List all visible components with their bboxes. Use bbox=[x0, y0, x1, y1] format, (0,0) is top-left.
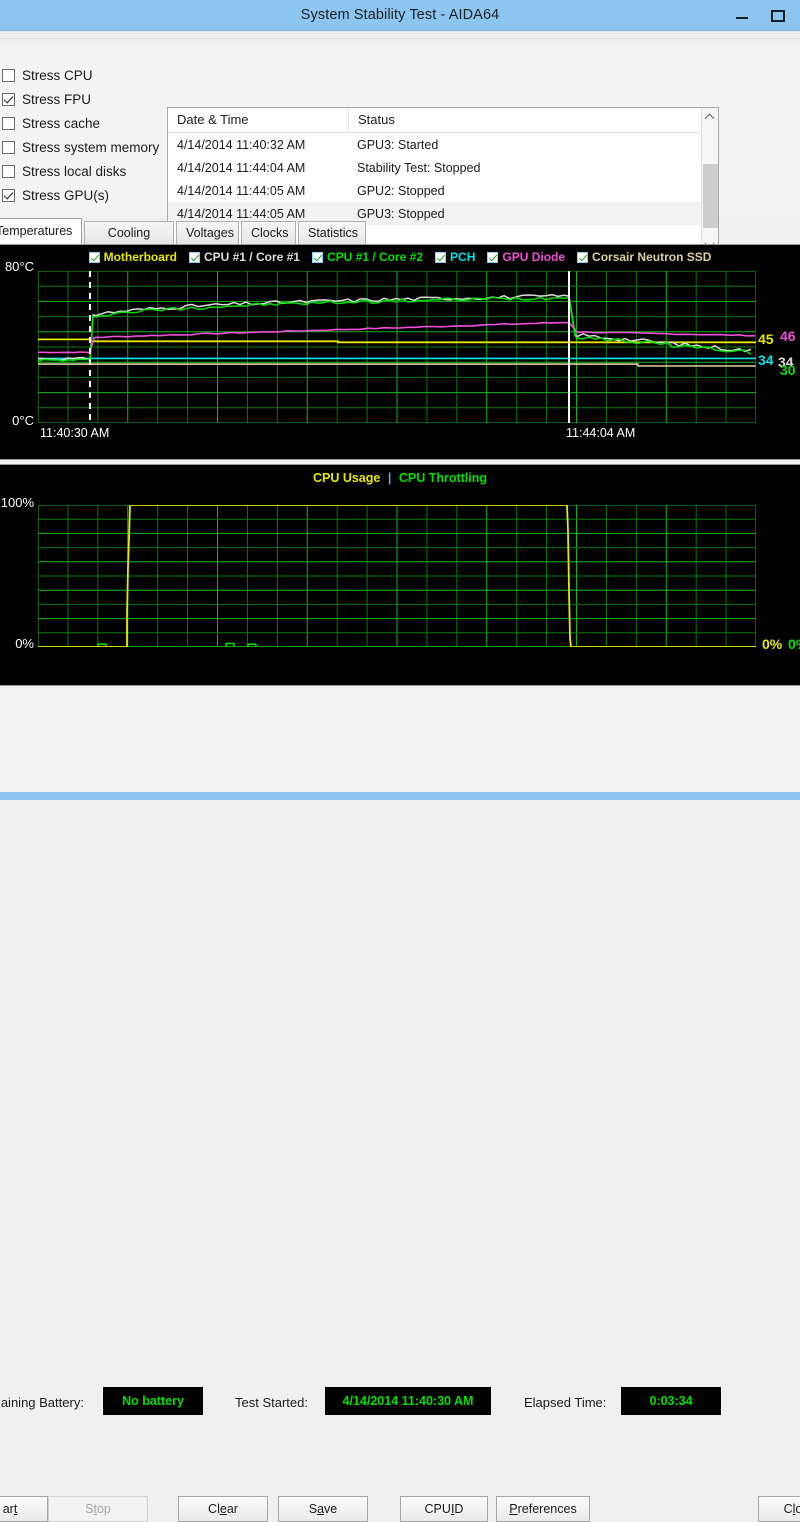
table-row[interactable]: 4/14/2014 11:40:32 AMGPU3: Started bbox=[168, 133, 718, 156]
checkbox-icon[interactable] bbox=[2, 117, 15, 130]
legend-label: CPU #1 / Core #1 bbox=[204, 250, 300, 264]
button-stop: Stop bbox=[48, 1496, 148, 1522]
button-bar: artStopClearSaveCPUIDPreferencesClo bbox=[0, 740, 800, 792]
status-fields-bar: maining Battery:No batteryTest Started:4… bbox=[0, 688, 800, 740]
button-preferences[interactable]: Preferences bbox=[496, 1496, 590, 1522]
options-panel: Stress CPU Stress FPU Stress cache Stress s… bbox=[0, 43, 800, 215]
chart-legend: Motherboard CPU #1 / Core #1 CPU #1 / Core… bbox=[0, 249, 800, 265]
checkbox-icon[interactable] bbox=[2, 69, 15, 82]
column-header-status: Status bbox=[348, 108, 718, 132]
cell-status: GPU3: Started bbox=[348, 138, 718, 152]
checkbox-stress-gpu-s[interactable]: Stress GPU(s) bbox=[2, 184, 109, 206]
chevron-up-icon bbox=[705, 114, 715, 124]
tab-cooling-fans[interactable]: Cooling Fans bbox=[84, 221, 174, 244]
status-field-label: maining Battery: bbox=[0, 1395, 84, 1410]
legend-checkbox-icon[interactable] bbox=[435, 252, 446, 263]
cpu-chart-title: CPU Usage | CPU Throttling bbox=[0, 471, 800, 485]
button-save[interactable]: Save bbox=[278, 1496, 368, 1522]
legend-item[interactable]: CPU #1 / Core #2 bbox=[312, 249, 423, 265]
minimize-button[interactable] bbox=[728, 0, 756, 31]
legend-item[interactable]: GPU Diode bbox=[487, 249, 565, 265]
legend-item[interactable]: Motherboard bbox=[89, 249, 177, 265]
checkbox-icon[interactable] bbox=[2, 141, 15, 154]
temperatures-plot-area bbox=[38, 271, 756, 423]
series-value-readout: 46 bbox=[780, 328, 796, 344]
cpu-usage-plot-area bbox=[38, 505, 756, 647]
button-art[interactable]: art bbox=[0, 1496, 48, 1522]
table-row[interactable]: 4/14/2014 11:44:05 AMGPU2: Stopped bbox=[168, 179, 718, 202]
maximize-button[interactable] bbox=[764, 0, 792, 31]
series-value-readout: 34 bbox=[758, 352, 774, 368]
legend-checkbox-icon[interactable] bbox=[487, 252, 498, 263]
checkbox-label: Stress local disks bbox=[22, 164, 126, 179]
checkbox-label: Stress FPU bbox=[22, 92, 91, 107]
legend-checkbox-icon[interactable] bbox=[312, 252, 323, 263]
legend-item[interactable]: Corsair Neutron SSD bbox=[577, 249, 711, 265]
cell-datetime: 4/14/2014 11:40:32 AM bbox=[168, 138, 348, 152]
cell-status: GPU2: Stopped bbox=[348, 184, 718, 198]
window-bottom-edge bbox=[0, 792, 800, 800]
tab-bar: TemperaturesCooling FansVoltagesClocksSt… bbox=[0, 218, 800, 244]
title-separator: | bbox=[388, 471, 392, 485]
minimize-icon bbox=[736, 17, 748, 19]
status-field-value: No battery bbox=[103, 1387, 203, 1415]
cpu-throttling-title: CPU Throttling bbox=[399, 471, 487, 485]
checkbox-label: Stress GPU(s) bbox=[22, 188, 109, 203]
cpu-throttling-value-readout: 0% bbox=[788, 636, 800, 652]
legend-label: Corsair Neutron SSD bbox=[592, 250, 711, 264]
cell-status: Stability Test: Stopped bbox=[348, 161, 718, 175]
tab-clocks[interactable]: Clocks bbox=[241, 221, 296, 244]
status-field-label: Elapsed Time: bbox=[524, 1395, 606, 1410]
legend-checkbox-icon[interactable] bbox=[189, 252, 200, 263]
table-row[interactable]: 4/14/2014 11:44:04 AMStability Test: Sto… bbox=[168, 156, 718, 179]
checkbox-label: Stress cache bbox=[22, 116, 100, 131]
checkbox-label: Stress CPU bbox=[22, 68, 93, 83]
maximize-icon bbox=[771, 10, 785, 22]
checkbox-icon[interactable] bbox=[2, 165, 15, 178]
legend-checkbox-icon[interactable] bbox=[577, 252, 588, 263]
checkbox-stress-local-disks[interactable]: Stress local disks bbox=[2, 160, 126, 182]
status-field-label: Test Started: bbox=[235, 1395, 308, 1410]
aida64-stability-window: System Stability Test - AIDA64 Stress CP… bbox=[0, 0, 800, 800]
checkbox-stress-cpu[interactable]: Stress CPU bbox=[2, 64, 93, 86]
column-header-datetime: Date & Time bbox=[168, 108, 348, 132]
status-field-value: 4/14/2014 11:40:30 AM bbox=[325, 1387, 491, 1415]
tab-voltages[interactable]: Voltages bbox=[176, 221, 239, 244]
temperatures-chart: Motherboard CPU #1 / Core #1 CPU #1 / Core… bbox=[0, 244, 800, 460]
checkbox-icon[interactable] bbox=[2, 189, 15, 202]
legend-label: PCH bbox=[450, 250, 475, 264]
cell-datetime: 4/14/2014 11:44:05 AM bbox=[168, 184, 348, 198]
checkbox-stress-fpu[interactable]: Stress FPU bbox=[2, 88, 91, 110]
cell-datetime: 4/14/2014 11:44:04 AM bbox=[168, 161, 348, 175]
cpu-usage-value-readout: 0% bbox=[762, 636, 782, 652]
title-bar-divider bbox=[0, 31, 800, 39]
series-value-readout: 30 bbox=[780, 362, 796, 378]
legend-label: CPU #1 / Core #2 bbox=[327, 250, 423, 264]
scroll-up-button[interactable] bbox=[702, 108, 718, 125]
checkbox-stress-system-memory[interactable]: Stress system memory bbox=[2, 136, 159, 158]
button-clo[interactable]: Clo bbox=[758, 1496, 800, 1522]
status-field-value: 0:03:34 bbox=[621, 1387, 721, 1415]
checkbox-label: Stress system memory bbox=[22, 140, 159, 155]
legend-item[interactable]: CPU #1 / Core #1 bbox=[189, 249, 300, 265]
legend-checkbox-icon[interactable] bbox=[89, 252, 100, 263]
button-cpuid[interactable]: CPUID bbox=[400, 1496, 488, 1522]
tab-statistics[interactable]: Statistics bbox=[298, 221, 366, 244]
checkbox-icon[interactable] bbox=[2, 93, 15, 106]
button-clear[interactable]: Clear bbox=[178, 1496, 268, 1522]
tab-temperatures[interactable]: Temperatures bbox=[0, 218, 82, 244]
checkbox-stress-cache[interactable]: Stress cache bbox=[2, 112, 100, 134]
cpu-usage-chart: CPU Usage | CPU Throttling 100%0%0%0% bbox=[0, 464, 800, 686]
table-body: 4/14/2014 11:40:32 AMGPU3: Started4/14/2… bbox=[168, 133, 718, 225]
legend-item[interactable]: PCH bbox=[435, 249, 475, 265]
window-title: System Stability Test - AIDA64 bbox=[0, 0, 800, 31]
legend-label: GPU Diode bbox=[502, 250, 565, 264]
series-value-readout: 45 bbox=[758, 331, 774, 347]
legend-label: Motherboard bbox=[104, 250, 177, 264]
cpu-usage-title: CPU Usage bbox=[313, 471, 380, 485]
title-bar: System Stability Test - AIDA64 bbox=[0, 0, 800, 31]
table-header-row: Date & Time Status bbox=[168, 108, 718, 133]
